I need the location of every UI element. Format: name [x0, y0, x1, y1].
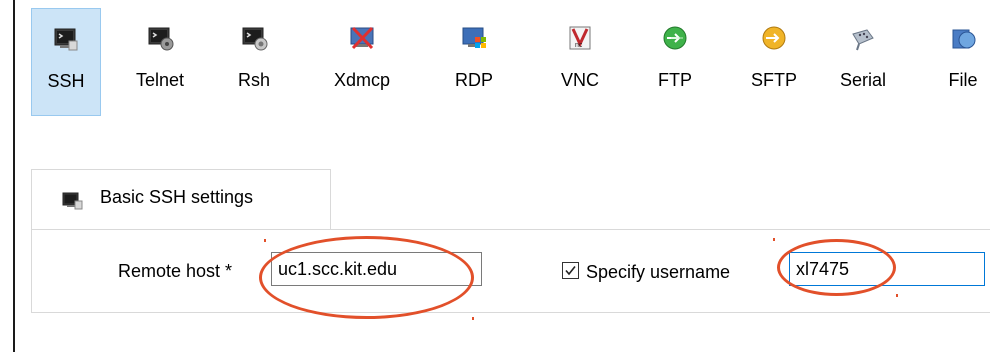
- annotation-mark: [472, 317, 474, 320]
- svg-text:nc: nc: [575, 42, 583, 49]
- tab-label: Basic SSH settings: [100, 187, 254, 207]
- file-globe-icon: [952, 29, 976, 49]
- session-ftp-button[interactable]: FTP: [645, 8, 705, 116]
- remote-host-label: Remote host *: [118, 261, 233, 281]
- ftp-globe-icon: [663, 26, 687, 50]
- specify-username-label: Specify username: [586, 262, 731, 282]
- session-label: File: [948, 70, 978, 90]
- session-label: Xdmcp: [333, 70, 391, 90]
- rsh-terminal-icon: [242, 27, 268, 51]
- session-label: Rsh: [237, 70, 270, 90]
- session-vnc-button[interactable]: nc VNC: [545, 8, 615, 116]
- username-input[interactable]: [789, 252, 985, 286]
- session-label: SFTP: [750, 70, 797, 90]
- annotation-mark: [773, 238, 775, 241]
- specify-username-checkbox[interactable]: [562, 262, 579, 279]
- vnc-icon: nc: [569, 26, 591, 50]
- session-label: FTP: [658, 70, 692, 90]
- window-left-border: [13, 0, 15, 352]
- session-file-button[interactable]: File: [933, 8, 990, 116]
- session-xdmcp-button[interactable]: Xdmcp: [317, 8, 407, 116]
- session-telnet-button[interactable]: Telnet: [125, 8, 195, 116]
- ssh-terminal-icon: [62, 192, 83, 210]
- tab-basic-ssh-settings[interactable]: Basic SSH settings: [31, 169, 331, 230]
- serial-connector-icon: [852, 29, 874, 51]
- session-label: SSH: [47, 71, 85, 91]
- rdp-icon: [462, 27, 486, 48]
- xdmcp-icon: [350, 26, 374, 50]
- annotation-mark: [896, 294, 898, 297]
- remote-host-input[interactable]: [271, 252, 482, 286]
- ssh-terminal-icon: [54, 28, 78, 51]
- session-sftp-button[interactable]: SFTP: [739, 8, 809, 116]
- session-serial-button[interactable]: Serial: [828, 8, 898, 116]
- annotation-mark: [264, 239, 266, 242]
- session-ssh-button[interactable]: SSH: [31, 8, 101, 116]
- checkmark-icon: [565, 266, 576, 276]
- telnet-terminal-icon: [148, 27, 174, 51]
- session-rsh-button[interactable]: Rsh: [219, 8, 289, 116]
- session-label: RDP: [454, 70, 493, 90]
- session-label: VNC: [560, 70, 599, 90]
- session-label: Serial: [839, 70, 887, 90]
- sftp-globe-icon: [762, 26, 786, 50]
- session-label: Telnet: [135, 70, 185, 90]
- session-rdp-button[interactable]: RDP: [439, 8, 509, 116]
